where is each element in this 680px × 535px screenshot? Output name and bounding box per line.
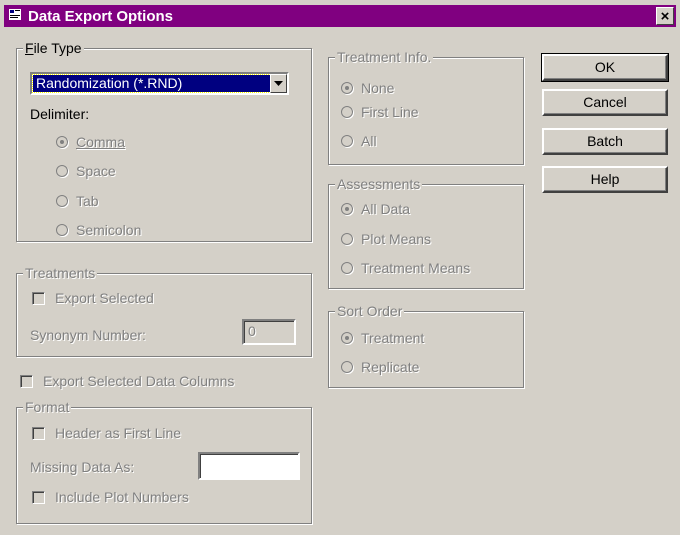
checkbox-icon	[32, 490, 45, 504]
radio-circle-icon	[341, 332, 353, 344]
close-button[interactable]: ×	[656, 7, 674, 25]
checkbox-icon	[32, 291, 45, 305]
radio-circle-icon	[341, 135, 353, 147]
checkbox-icon	[20, 374, 33, 388]
radio-circle-icon	[341, 361, 353, 373]
file-type-selected-value: Randomization (*.RND)	[32, 74, 271, 93]
treatment-info-none-radio[interactable]: None	[341, 80, 394, 96]
radio-circle-icon	[56, 195, 68, 207]
treatments-legend: Treatments	[23, 264, 98, 282]
radio-circle-icon	[56, 165, 68, 177]
sort-order-treatment-radio[interactable]: Treatment	[341, 330, 424, 346]
data-export-options-dialog: Data Export Options × File Type Randomiz…	[0, 0, 680, 535]
checkbox-icon	[32, 426, 45, 440]
delimiter-comma-radio[interactable]: Comma	[56, 134, 125, 150]
delimiter-label: Delimiter:	[30, 106, 90, 122]
assessments-plot-means-radio[interactable]: Plot Means	[341, 231, 431, 247]
delimiter-tab-radio[interactable]: Tab	[56, 193, 99, 209]
title-bar[interactable]: Data Export Options ×	[4, 5, 676, 27]
chevron-down-icon[interactable]	[270, 74, 287, 93]
assessments-legend: Assessments	[335, 175, 423, 193]
window-title: Data Export Options	[28, 8, 174, 25]
missing-data-label: Missing Data As:	[30, 459, 135, 475]
sort-order-legend: Sort Order	[335, 302, 405, 320]
radio-circle-icon	[56, 224, 68, 236]
sort-order-replicate-radio[interactable]: Replicate	[341, 359, 419, 375]
radio-circle-icon	[341, 106, 353, 118]
treatment-info-all-radio[interactable]: All	[341, 133, 377, 149]
synonym-number-input[interactable]: 0	[242, 319, 296, 345]
export-selected-data-columns-checkbox[interactable]: Export Selected Data Columns	[20, 373, 234, 389]
app-icon	[9, 9, 23, 22]
radio-circle-icon	[341, 262, 353, 274]
file-type-legend: File Type	[23, 39, 84, 57]
header-as-first-line-checkbox[interactable]: Header as First Line	[32, 425, 181, 441]
format-legend: Format	[23, 398, 72, 416]
treatment-info-first-line-radio[interactable]: First Line	[341, 104, 419, 120]
radio-circle-icon	[341, 233, 353, 245]
cancel-button[interactable]: Cancel	[542, 89, 668, 116]
help-button[interactable]: Help	[542, 166, 668, 193]
delimiter-semicolon-radio[interactable]: Semicolon	[56, 222, 141, 238]
include-plot-numbers-checkbox[interactable]: Include Plot Numbers	[32, 489, 189, 505]
file-type-select[interactable]: Randomization (*.RND)	[30, 72, 289, 95]
missing-data-input[interactable]	[198, 452, 300, 480]
batch-button[interactable]: Batch	[542, 128, 668, 155]
sort-order-group: Sort Order	[328, 302, 524, 388]
export-selected-checkbox[interactable]: Export Selected	[32, 290, 154, 306]
ok-button[interactable]: OK	[541, 53, 669, 82]
assessments-all-data-radio[interactable]: All Data	[341, 201, 410, 217]
radio-circle-icon	[341, 82, 353, 94]
radio-circle-icon	[56, 136, 68, 148]
radio-circle-icon	[341, 203, 353, 215]
synonym-number-label: Synonym Number:	[30, 327, 146, 343]
delimiter-space-radio[interactable]: Space	[56, 163, 116, 179]
treatment-info-legend: Treatment Info.	[335, 48, 434, 66]
assessments-treatment-means-radio[interactable]: Treatment Means	[341, 260, 470, 276]
